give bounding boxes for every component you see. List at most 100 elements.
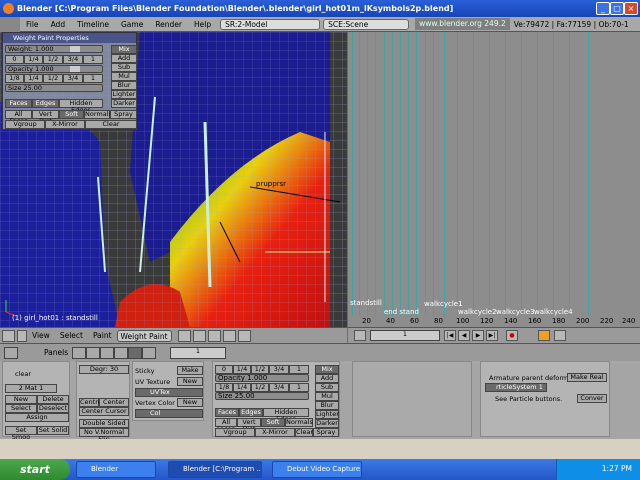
weight-slider[interactable]: Weight: 1.000 [5,45,103,53]
keying-set-icon[interactable] [538,330,550,341]
uv-new-button[interactable]: New [177,377,203,386]
menu-file[interactable]: File [20,20,45,29]
scene-selector[interactable]: SCE:Scene [323,18,410,30]
uvtex-slot[interactable]: UVTex [135,388,203,397]
x-mirror-button[interactable]: X-Mirror [45,120,85,129]
option-vert-dist[interactable]: Vert Dist [237,418,261,433]
mode-blur[interactable]: Blur [111,81,137,90]
opacity-preset-1[interactable]: 1/4 [24,74,43,83]
weight-preset-0[interactable]: 0 [215,365,233,374]
option-soft[interactable]: Soft [59,110,84,119]
material-index[interactable]: 2 Mat 1 [5,384,57,393]
set-solid-button[interactable]: Set Solid [37,426,69,435]
mode-mix[interactable]: Mix [315,365,339,374]
menu-render[interactable]: Render [149,20,188,29]
marker-walkcycle4[interactable]: walkcycle4 [534,308,573,316]
mode-blur[interactable]: Blur [315,401,339,410]
opacity-preset-2[interactable]: 1/2 [43,74,63,83]
manipulator-icon[interactable] [207,329,221,342]
delete-button[interactable]: Delete [37,395,69,404]
menu-game[interactable]: Game [115,20,149,29]
object-icon[interactable] [114,347,128,359]
mode-lighter[interactable]: Lighter [315,410,339,419]
pivot-icon[interactable] [192,329,206,342]
close-button[interactable]: × [624,2,638,15]
degr-field[interactable]: Degr: 30 [79,365,129,374]
mode-darker[interactable]: Darker [315,419,339,428]
particle-system-slot[interactable]: rticleSystem 1 [485,383,547,392]
minimize-button[interactable]: _ [596,2,610,15]
option-vert-dist[interactable]: Vert Dist [32,110,59,125]
record-icon[interactable]: ● [506,330,518,341]
opacity-preset-3[interactable]: 3/4 [269,383,289,392]
jump-start-icon[interactable]: |◀ [444,330,456,341]
current-frame-field[interactable]: 1 [370,330,440,341]
menu-add[interactable]: Add [45,20,72,29]
vgroup-button[interactable]: Vgroup [5,120,45,129]
opacity-preset-4[interactable]: 1 [83,74,103,83]
weight-preset-3[interactable]: 3/4 [269,365,289,374]
weight-preset-0[interactable]: 0 [5,55,24,64]
marker-walkcycle3[interactable]: walkcycle3 [496,308,535,316]
weight-preset-1[interactable]: 1/4 [24,55,43,64]
mode-mul[interactable]: Mul [315,392,339,401]
scene-icon[interactable] [142,347,156,359]
double-sided-toggle[interactable]: Double Sided [79,419,129,428]
menu-select[interactable]: Select [55,331,88,340]
clear-button[interactable]: Clear [295,428,313,437]
mode-sub[interactable]: Sub [315,383,339,392]
weight-preset-4[interactable]: 1 [289,365,309,374]
option-all-faces[interactable]: All Faces [5,110,32,125]
marker-walkcycle2[interactable]: walkcycle2 [458,308,497,316]
marker-walkcycle1[interactable]: walkcycle1 [424,300,463,308]
shading-icon[interactable] [100,347,114,359]
center-new-button[interactable]: Center New [99,398,129,413]
menu-paint[interactable]: Paint [88,331,117,340]
mode-sub[interactable]: Sub [111,63,137,72]
make-real-button[interactable]: Make Real [567,373,607,382]
opacity-slider[interactable]: Opacity 1.000 [5,65,103,73]
key-icon[interactable] [554,330,566,341]
screen-selector[interactable]: SR:2-Model [220,18,321,30]
deselect-button[interactable]: Deselect [37,404,69,413]
opacity-preset-4[interactable]: 1 [289,383,309,392]
next-key-icon[interactable]: ▶| [486,330,498,341]
mode-darker[interactable]: Darker [111,99,137,108]
option-all-faces[interactable]: All Faces [215,418,237,433]
script-icon[interactable] [86,347,100,359]
mode-lighter[interactable]: Lighter [111,90,137,99]
opacity-preset-0[interactable]: 1/8 [5,74,24,83]
weight-preset-2[interactable]: 1/2 [43,55,63,64]
opacity-preset-1[interactable]: 1/4 [233,383,251,392]
window-type-icon[interactable] [0,16,20,32]
frame-field[interactable]: 1 [170,347,226,359]
new-button[interactable]: New [5,395,37,404]
weight-preset-2[interactable]: 1/2 [251,365,269,374]
opacity-slider[interactable]: Opacity 1.000 [215,374,309,382]
task-debut[interactable]: Debut Video Capture ... [272,461,362,478]
display-faces[interactable]: Faces [215,408,239,417]
opacity-preset-2[interactable]: 1/2 [251,383,269,392]
option-soft[interactable]: Soft [261,418,285,427]
option-spray[interactable]: Spray [313,428,339,437]
marker-standstill[interactable]: standstill [350,299,382,307]
x-mirror-button[interactable]: X-Mirror [255,428,295,437]
display-hidden-edges[interactable]: Hidden Edges [263,408,309,423]
assign-button[interactable]: Assign [5,413,69,422]
mode-mul[interactable]: Mul [111,72,137,81]
centre-button[interactable]: Centre [79,398,102,407]
logic-icon[interactable] [72,347,86,359]
weight-preset-3[interactable]: 3/4 [63,55,83,64]
size-slider[interactable]: Size 25.00 [215,392,309,400]
display-hidden-edges[interactable]: Hidden Edges [59,99,103,114]
center-cursor-button[interactable]: Center Cursor [79,407,129,416]
prev-key-icon[interactable]: ◀ [458,330,470,341]
clear-button[interactable]: Clear [85,120,137,129]
mode-add[interactable]: Add [111,54,137,63]
shading-icon[interactable] [177,329,191,342]
opacity-preset-3[interactable]: 3/4 [63,74,83,83]
menu-timeline[interactable]: Timeline [71,20,115,29]
menu-view[interactable]: View [27,331,55,340]
display-edges[interactable]: Edges [239,408,263,417]
play-icon[interactable]: ▶ [472,330,484,341]
